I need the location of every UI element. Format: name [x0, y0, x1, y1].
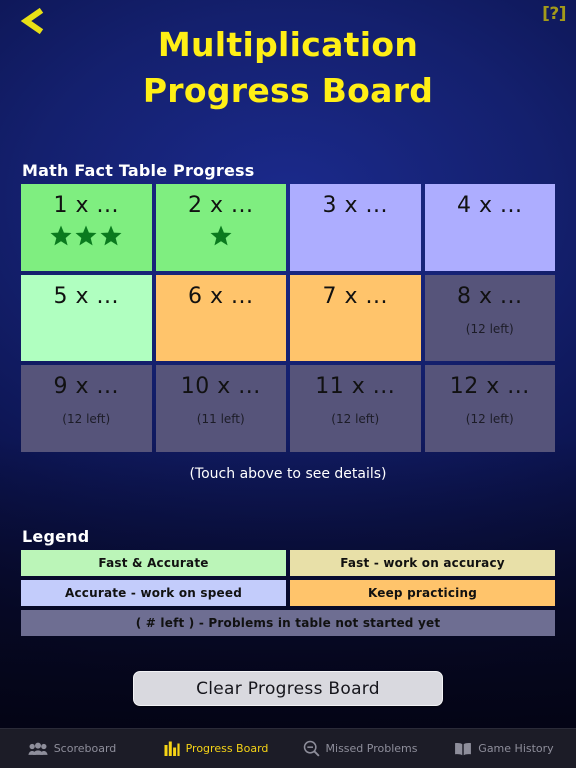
star-rating — [210, 225, 232, 246]
star-icon — [75, 225, 97, 246]
bar-chart-icon — [164, 741, 180, 756]
fact-table-cell-label: 7 x ... — [322, 283, 388, 309]
legend-item: Keep practicing — [290, 580, 555, 606]
tab-label: Game History — [478, 742, 554, 755]
legend-item: Fast - work on accuracy — [290, 550, 555, 576]
legend-label: Legend — [22, 527, 90, 546]
page-title: Multiplication Progress Board — [0, 22, 576, 114]
fact-table-cell-label: 10 x ... — [180, 374, 261, 400]
fact-table-cell-label: 4 x ... — [457, 193, 523, 218]
legend-item: Accurate - work on speed — [21, 580, 286, 606]
page-title-line-1: Multiplication — [157, 25, 419, 64]
legend-row: Fast & Accurate Fast - work on accuracy — [21, 550, 555, 576]
legend-item-label: Fast - work on accuracy — [340, 556, 505, 570]
clear-progress-board-button[interactable]: Clear Progress Board — [133, 671, 443, 706]
fact-table-cell-label: 9 x ... — [53, 374, 119, 400]
star-icon — [210, 225, 232, 246]
tab-bar: Scoreboard Progress Board Missed Problems G… — [0, 728, 576, 768]
legend: Fast & Accurate Fast - work on accuracy Ac… — [21, 550, 555, 640]
fact-table-cell[interactable]: 10 x ... (11 left) — [155, 365, 286, 452]
fact-table-cell-label: 6 x ... — [188, 283, 254, 309]
tab-game-history[interactable]: Game History — [432, 729, 576, 768]
legend-item-label: Keep practicing — [367, 586, 478, 600]
fact-table-cell[interactable]: 1 x ... — [21, 184, 152, 271]
people-icon — [28, 742, 48, 756]
magnifier-minus-icon — [303, 740, 320, 757]
fact-table-cell-label: 8 x ... — [457, 283, 523, 309]
tab-label: Scoreboard — [53, 742, 117, 755]
star-icon — [100, 225, 122, 246]
fact-table-cell[interactable]: 7 x ... — [290, 274, 421, 362]
legend-item-label: Accurate - work on speed — [64, 586, 243, 600]
fact-table-cell-label: 11 x ... — [315, 374, 396, 400]
fact-table-cell[interactable]: 8 x ... (12 left) — [424, 274, 555, 362]
fact-table-cell[interactable]: 12 x ... (12 left) — [424, 365, 555, 452]
legend-item: Fast & Accurate — [21, 550, 286, 576]
fact-table-cell-label: 12 x ... — [449, 374, 530, 400]
fact-table-cell-remaining: (11 left) — [196, 412, 245, 427]
fact-table-cell[interactable]: 5 x ... — [21, 274, 152, 362]
fact-table-cell[interactable]: 4 x ... — [424, 184, 555, 271]
legend-row: ( # left ) - Problems in table not start… — [21, 610, 555, 636]
legend-item-label: Fast & Accurate — [98, 556, 209, 570]
fact-table-cell-remaining: (12 left) — [62, 412, 111, 427]
page-title-line-2: Progress Board — [142, 71, 434, 110]
legend-row: Accurate - work on speed Keep practicing — [21, 580, 555, 606]
fact-table-cell-remaining: (12 left) — [331, 412, 380, 427]
legend-item-label: ( # left ) - Problems in table not start… — [135, 616, 441, 630]
fact-table-cell-remaining: (12 left) — [465, 412, 514, 427]
star-icon — [50, 225, 72, 246]
help-button[interactable]: [?] — [542, 4, 566, 24]
open-book-icon — [454, 742, 472, 756]
tab-label: Progress Board — [185, 742, 269, 755]
tab-label: Missed Problems — [325, 742, 418, 755]
fact-table-cell[interactable]: 9 x ... (12 left) — [21, 365, 152, 452]
fact-table-cell-label: 3 x ... — [322, 193, 388, 218]
fact-table-cell-remaining: (12 left) — [465, 321, 514, 336]
touch-hint: (Touch above to see details) — [189, 466, 387, 482]
tab-missed-problems[interactable]: Missed Problems — [288, 729, 432, 768]
table-progress-label: Math Fact Table Progress — [22, 161, 255, 180]
fact-table-cell-label: 5 x ... — [53, 283, 119, 309]
fact-table-cell[interactable]: 3 x ... — [290, 184, 421, 271]
tab-progress-board[interactable]: Progress Board — [144, 729, 288, 768]
fact-table-cell[interactable]: 2 x ... — [155, 184, 286, 271]
star-rating — [50, 225, 122, 246]
legend-item: ( # left ) - Problems in table not start… — [21, 610, 555, 636]
progress-board-screen: [?] Multiplication Progress Board Math F… — [0, 0, 576, 768]
fact-table-cell[interactable]: 6 x ... — [155, 274, 286, 362]
fact-table-cell-label: 1 x ... — [53, 193, 119, 218]
clear-progress-board-label: Clear Progress Board — [196, 678, 380, 699]
fact-table-grid: 1 x ... 2 x ... 3 x ... 4 x ... 5 x ... 6 x .… — [21, 184, 555, 452]
tab-scoreboard[interactable]: Scoreboard — [0, 729, 144, 768]
fact-table-cell-label: 2 x ... — [188, 193, 254, 218]
fact-table-cell[interactable]: 11 x ... (12 left) — [290, 365, 421, 452]
